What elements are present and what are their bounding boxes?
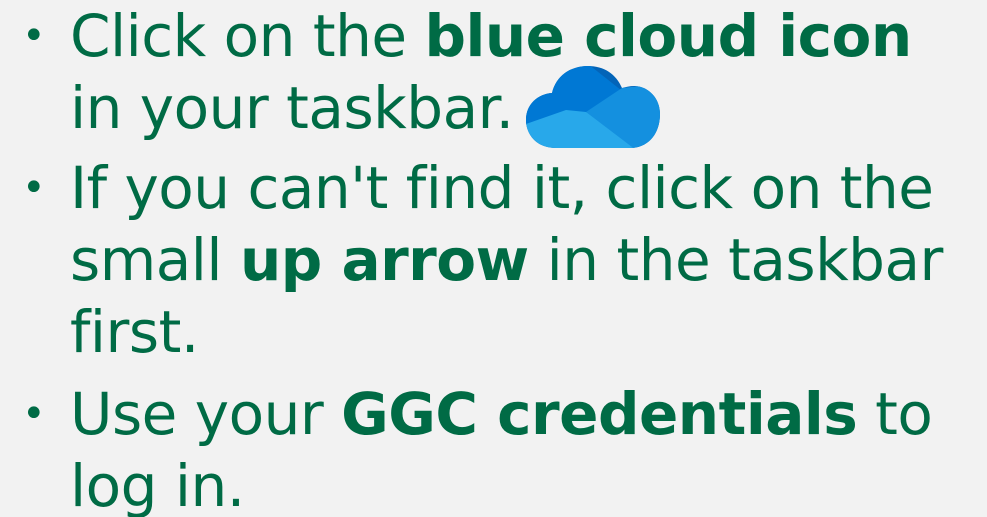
bullet-dot: • — [22, 391, 46, 437]
bullet-line: If you can't find it, click on the — [70, 154, 934, 222]
text-run: in your taskbar. — [70, 74, 514, 142]
text-run: to — [857, 380, 933, 448]
bullet-dot: • — [22, 13, 46, 59]
bold-text: up arrow — [239, 226, 529, 294]
text-run: Click on the — [70, 2, 425, 70]
bullet-line: log in. — [70, 452, 245, 517]
bullet-text: Click on the blue cloud icon in your tas… — [70, 0, 970, 150]
bullet-text: Use your GGC credentials to log in. — [70, 378, 970, 517]
onedrive-cloud-icon — [525, 65, 660, 148]
text-run: in the taskbar — [528, 226, 944, 294]
bullet-line: in your taskbar. — [70, 65, 970, 150]
bullet-line: Click on the blue cloud icon — [70, 0, 970, 72]
bullet-line: small up arrow in the taskbar — [70, 224, 970, 296]
text-run: Use your — [70, 380, 342, 448]
bold-text: GGC credentials — [341, 380, 858, 448]
bullet-line: Use your GGC credentials to — [70, 378, 970, 450]
bold-text: blue cloud icon — [424, 2, 912, 70]
bullet-text: If you can't find it, click on the small… — [70, 152, 970, 368]
bullet-dot: • — [22, 165, 46, 211]
text-run: small — [70, 226, 240, 294]
slide: • Click on the blue cloud icon in your t… — [0, 0, 987, 517]
bullet-line: first. — [70, 298, 199, 366]
